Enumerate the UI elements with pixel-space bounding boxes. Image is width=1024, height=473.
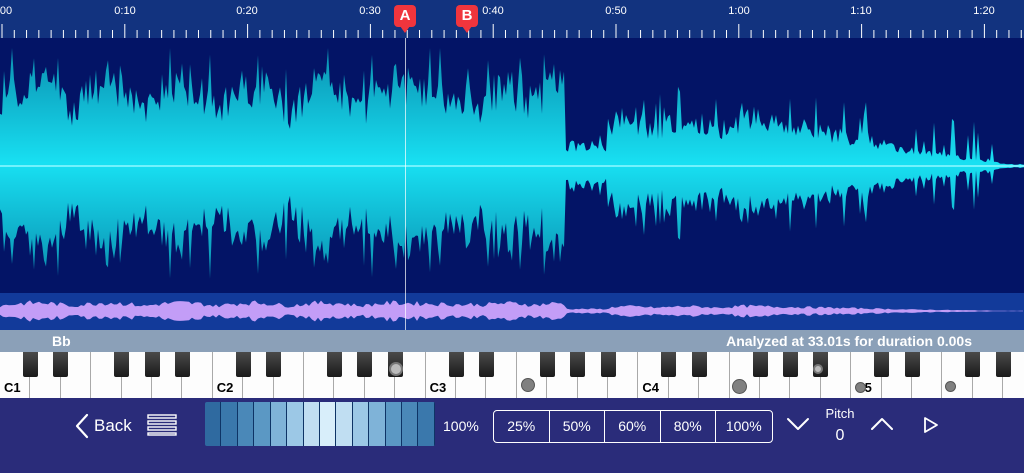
pitch-label: Pitch xyxy=(825,406,855,421)
piano-black-key[interactable] xyxy=(995,352,1011,377)
speed-preset-80[interactable]: 80% xyxy=(661,411,716,442)
tick-label: 1:00 xyxy=(728,5,750,17)
piano-black-key[interactable] xyxy=(478,352,494,377)
pitch-indicator-dot xyxy=(731,378,747,394)
speed-meter-segment xyxy=(319,402,337,446)
pitch-indicator-dot xyxy=(813,364,823,374)
speed-meter-segment xyxy=(402,402,419,446)
piano-black-key[interactable] xyxy=(448,352,464,377)
piano-black-key[interactable] xyxy=(904,352,920,377)
piano-black-key[interactable] xyxy=(874,352,890,377)
speed-meter-segment xyxy=(418,402,435,446)
chevron-up-icon xyxy=(871,418,893,430)
marker-b-label: B xyxy=(456,5,478,27)
loop-marker-a[interactable]: A xyxy=(394,5,416,37)
speed-preset-60[interactable]: 60% xyxy=(605,411,661,442)
back-label: Back xyxy=(94,416,132,435)
piano-black-key[interactable] xyxy=(357,352,373,377)
marker-a-pointer xyxy=(400,26,410,33)
waveform-overview[interactable] xyxy=(0,293,1024,330)
overview-graphic xyxy=(0,300,1023,322)
speed-meter-segment xyxy=(221,402,238,446)
pitch-value: 0 xyxy=(835,427,845,444)
tick-label: 0:40 xyxy=(482,5,504,17)
piano-black-key[interactable] xyxy=(570,352,586,377)
octave-label: C1 xyxy=(4,380,21,395)
speed-preset-100[interactable]: 100% xyxy=(716,411,772,442)
octave-label: C4 xyxy=(642,380,660,395)
tick-label: 0:10 xyxy=(114,5,136,17)
bottom-toolbar: Back 100% 25% 50% 60% 80% 100% Pitch 0 xyxy=(0,398,1024,473)
speed-meter-segment xyxy=(352,402,370,446)
piano-black-key[interactable] xyxy=(691,352,707,377)
tick-label: 0:30 xyxy=(359,5,381,17)
timeline-ruler[interactable]: 00 0:10 0:20 0:30 0:40 0:50 1:00 1:10 1:… xyxy=(0,0,1024,38)
pitch-down-button[interactable] xyxy=(786,416,810,437)
chevron-left-icon xyxy=(75,413,89,439)
piano-black-key[interactable] xyxy=(53,352,69,377)
detected-note: Bb xyxy=(52,333,71,349)
speed-meter-segment xyxy=(205,402,222,446)
play-button[interactable] xyxy=(922,416,940,439)
piano-black-key[interactable] xyxy=(266,352,282,377)
speed-meter-segment xyxy=(254,402,271,446)
speed-preset-50[interactable]: 50% xyxy=(550,411,605,442)
piano-black-key[interactable] xyxy=(326,352,342,377)
piano-black-key[interactable] xyxy=(22,352,38,377)
play-icon xyxy=(924,417,938,433)
piano-black-key[interactable] xyxy=(174,352,190,377)
speed-preset-group: 25% 50% 60% 80% 100% xyxy=(493,410,773,443)
list-button[interactable] xyxy=(147,413,177,442)
piano-keyboard[interactable]: C1C2C3C4C5 xyxy=(0,352,1024,398)
octave-label: C2 xyxy=(216,380,234,395)
audio-analyzer-app: 00 0:10 0:20 0:30 0:40 0:50 1:00 1:10 1:… xyxy=(0,0,1024,473)
pitch-indicator-dot xyxy=(854,381,866,393)
pitch-indicator-dot xyxy=(389,362,403,376)
pitch-up-button[interactable] xyxy=(870,416,894,437)
playhead-line[interactable] xyxy=(405,38,406,330)
tick-label: 1:10 xyxy=(850,5,872,17)
tick-label: 00 xyxy=(0,5,13,17)
pitch-indicator-dot xyxy=(521,378,535,392)
waveform-shape xyxy=(0,48,1024,279)
tick-label: 0:50 xyxy=(605,5,627,17)
speed-meter-segment xyxy=(336,402,353,446)
speed-value: 100% xyxy=(443,418,479,434)
piano-black-key[interactable] xyxy=(782,352,798,377)
back-button[interactable]: Back xyxy=(74,412,132,440)
analysis-status: Analyzed at 33.01s for duration 0.00s xyxy=(726,333,972,349)
piano-black-key[interactable] xyxy=(144,352,160,377)
tick-label: 1:20 xyxy=(973,5,995,17)
waveform-graphic xyxy=(0,48,1024,279)
speed-meter-segment xyxy=(369,402,386,446)
overview-shape xyxy=(0,300,1023,322)
list-icon xyxy=(147,414,177,436)
speed-meter[interactable] xyxy=(205,402,435,446)
piano-black-key[interactable] xyxy=(752,352,768,377)
speed-meter-segment xyxy=(303,402,320,446)
speed-meter-segment xyxy=(287,402,304,446)
chevron-down-icon xyxy=(787,418,809,430)
speed-meter-segment xyxy=(237,402,255,446)
piano-black-key[interactable] xyxy=(114,352,130,377)
waveform-view[interactable] xyxy=(0,38,1024,293)
pitch-indicator-dot xyxy=(944,380,956,392)
loop-marker-b[interactable]: B xyxy=(456,5,478,37)
piano-black-key[interactable] xyxy=(235,352,251,377)
octave-label: C3 xyxy=(429,380,447,395)
piano-black-key[interactable] xyxy=(600,352,616,377)
note-info-bar: Bb Analyzed at 33.01s for duration 0.00s xyxy=(0,330,1024,352)
marker-b-pointer xyxy=(462,26,472,33)
tick-label: 0:20 xyxy=(236,5,258,17)
speed-meter-segment xyxy=(385,402,403,446)
piano-black-key[interactable] xyxy=(965,352,981,377)
piano-black-key[interactable] xyxy=(539,352,555,377)
marker-a-label: A xyxy=(394,5,416,27)
speed-preset-25[interactable]: 25% xyxy=(494,411,550,442)
piano-black-key[interactable] xyxy=(661,352,677,377)
speed-meter-segment xyxy=(270,402,288,446)
